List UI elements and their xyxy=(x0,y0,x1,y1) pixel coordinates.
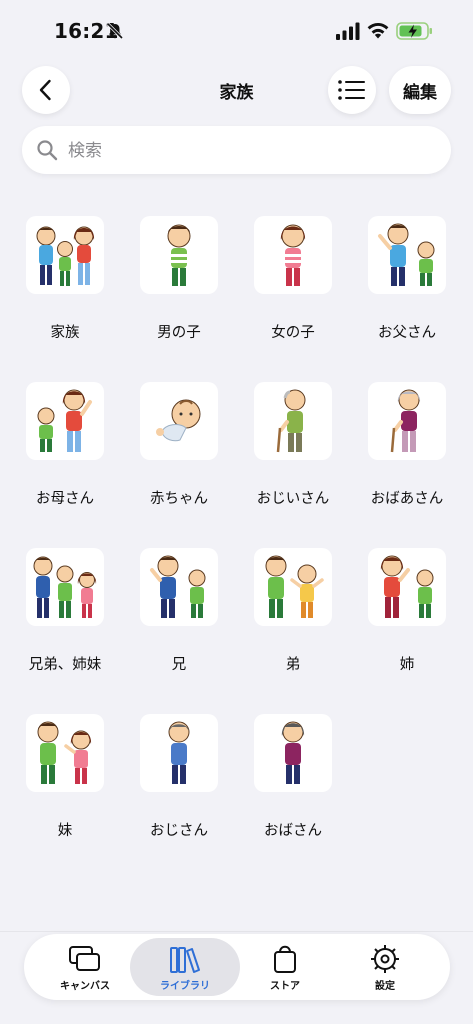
bell-slash-icon xyxy=(106,22,124,40)
search-input[interactable] xyxy=(66,126,430,176)
navigation-header: 家族 編集 xyxy=(0,62,473,118)
boy-illustration xyxy=(140,216,218,294)
item-label: 弟 xyxy=(285,657,301,673)
library-item-mother[interactable]: お母さん xyxy=(8,356,122,516)
tab-library[interactable]: ライブラリ xyxy=(130,938,240,996)
tab-bar: キャンバス ライブラリ ストア 設定 xyxy=(24,934,450,1000)
library-item-younger-brother[interactable]: 弟 xyxy=(236,522,350,682)
edit-button-label: 編集 xyxy=(403,82,437,103)
library-item-family[interactable]: 家族 xyxy=(8,190,122,350)
tab-label: キャンバス xyxy=(60,981,110,992)
list-view-button[interactable] xyxy=(328,66,376,114)
item-label: 兄弟、姉妹 xyxy=(28,657,102,673)
library-item-uncle[interactable]: おじさん xyxy=(122,688,236,848)
item-label: おばあさん xyxy=(370,491,444,507)
uncle-illustration xyxy=(140,714,218,792)
girl-illustration xyxy=(254,216,332,294)
search-icon xyxy=(37,140,58,161)
library-screen: 16:21 家族 編集 検索 家族 男の子 女の子 お父さん お母さん 赤ちゃん… xyxy=(0,0,473,1024)
younger-sister-illustration xyxy=(26,714,104,792)
older-brother-illustration xyxy=(140,548,218,626)
grandmother-illustration xyxy=(368,382,446,460)
library-item-father[interactable]: お父さん xyxy=(350,190,464,350)
family-illustration xyxy=(26,216,104,294)
library-item-boy[interactable]: 男の子 xyxy=(122,190,236,350)
item-label: 妹 xyxy=(57,823,73,839)
library-item-grandfather[interactable]: おじいさん xyxy=(236,356,350,516)
item-label: おじいさん xyxy=(256,491,330,507)
item-label: 家族 xyxy=(50,325,80,341)
tab-label: ライブラリ xyxy=(160,981,210,992)
library-item-siblings[interactable]: 兄弟、姉妹 xyxy=(8,522,122,682)
item-label: 赤ちゃん xyxy=(150,491,208,507)
item-label: 女の子 xyxy=(271,325,315,341)
tab-store[interactable]: ストア xyxy=(230,938,340,996)
father-illustration xyxy=(368,216,446,294)
status-bar: 16:21 xyxy=(0,0,473,56)
younger-brother-illustration xyxy=(254,548,332,626)
older-sister-illustration xyxy=(368,548,446,626)
item-label: おばさん xyxy=(264,823,322,839)
library-item-older-sister[interactable]: 姉 xyxy=(350,522,464,682)
item-label: お父さん xyxy=(378,325,436,341)
library-item-baby[interactable]: 赤ちゃん xyxy=(122,356,236,516)
settings-gear-icon xyxy=(371,945,399,973)
tab-label: 設定 xyxy=(375,981,395,992)
siblings-illustration xyxy=(26,548,104,626)
battery-charging-icon xyxy=(396,22,432,40)
library-icon xyxy=(170,947,200,973)
tab-settings[interactable]: 設定 xyxy=(330,938,440,996)
item-label: おじさん xyxy=(150,823,208,839)
item-label: 姉 xyxy=(399,657,415,673)
tab-label: ストア xyxy=(270,981,300,992)
signal-icon xyxy=(336,22,360,40)
library-item-grandmother[interactable]: おばあさん xyxy=(350,356,464,516)
library-item-older-brother[interactable]: 兄 xyxy=(122,522,236,682)
library-item-girl[interactable]: 女の子 xyxy=(236,190,350,350)
item-label: 男の子 xyxy=(157,325,201,341)
item-label: 兄 xyxy=(171,657,187,673)
edit-button[interactable]: 編集 xyxy=(389,66,451,114)
list-icon xyxy=(338,80,365,100)
library-item-younger-sister[interactable]: 妹 xyxy=(8,688,122,848)
grandfather-illustration xyxy=(254,382,332,460)
canvas-icon xyxy=(69,946,100,971)
search-bar[interactable] xyxy=(22,126,451,176)
tab-canvas[interactable]: キャンバス xyxy=(30,938,140,996)
store-bag-icon xyxy=(274,945,296,973)
item-label: お母さん xyxy=(36,491,94,507)
baby-illustration xyxy=(140,382,218,460)
library-item-aunt[interactable]: おばさん xyxy=(236,688,350,848)
mother-illustration xyxy=(26,382,104,460)
wifi-icon xyxy=(367,22,389,39)
aunt-illustration xyxy=(254,714,332,792)
